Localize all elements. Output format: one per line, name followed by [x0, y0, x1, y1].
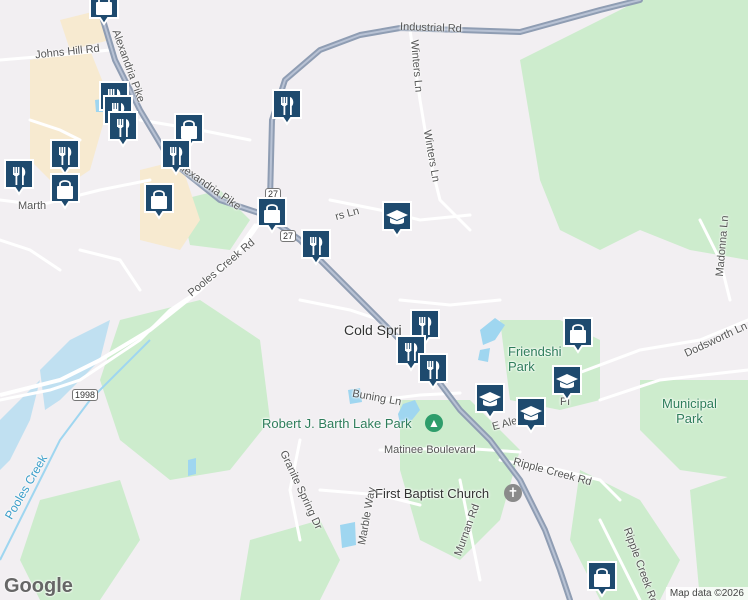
restaurant-icon[interactable]: [106, 110, 140, 148]
shopping-bag-icon[interactable]: [142, 182, 176, 220]
restaurant-icon[interactable]: [48, 138, 82, 176]
route-shield-1998: 1998: [72, 389, 99, 401]
school-icon[interactable]: [550, 364, 584, 402]
shopping-bag-icon[interactable]: [48, 172, 82, 210]
school-icon[interactable]: [514, 396, 548, 434]
label-industrial-rd: Industrial Rd: [399, 20, 462, 36]
shopping-bag-icon[interactable]: [255, 196, 289, 234]
restaurant-icon[interactable]: [2, 158, 36, 196]
church-icon[interactable]: ✝: [504, 484, 522, 502]
restaurant-icon[interactable]: [159, 138, 193, 176]
label-cold-spring: Cold Spri: [344, 322, 402, 338]
label-marth: Marth: [18, 200, 47, 212]
school-icon[interactable]: [380, 200, 414, 238]
restaurant-icon[interactable]: [416, 352, 450, 390]
shopping-bag-icon[interactable]: [87, 0, 121, 26]
park-icon[interactable]: ▲: [425, 414, 443, 432]
school-icon[interactable]: [473, 382, 507, 420]
map-view[interactable]: Industrial Rd Winters Ln Winters Ln John…: [0, 0, 748, 600]
restaurant-icon[interactable]: [270, 88, 304, 126]
label-municipal-park: Municipal Park: [662, 396, 717, 426]
label-matinee-blvd: Matinee Boulevard: [384, 444, 476, 456]
label-robert-barth-park: Robert J. Barth Lake Park: [262, 416, 412, 431]
restaurant-icon[interactable]: [299, 228, 333, 266]
map-attribution[interactable]: Map data ©2026: [665, 587, 748, 600]
shopping-bag-icon[interactable]: [585, 560, 619, 598]
google-logo[interactable]: Google: [4, 575, 73, 598]
label-first-baptist-church: First Baptist Church: [375, 486, 490, 501]
shopping-bag-icon[interactable]: [561, 316, 595, 354]
